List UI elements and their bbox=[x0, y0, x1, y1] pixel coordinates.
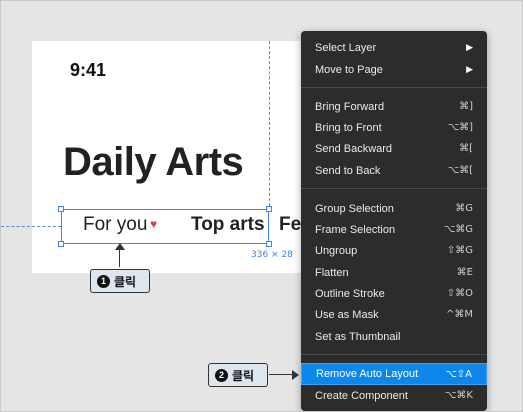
selection-box[interactable] bbox=[58, 206, 272, 247]
menu-item-move-to-page[interactable]: Move to Page ▶ bbox=[301, 59, 487, 80]
menu-item-create-component[interactable]: Create Component ⌥⌘K bbox=[301, 385, 487, 406]
selection-dimensions: 336 × 28 bbox=[251, 250, 293, 260]
menu-item-label: Group Selection bbox=[315, 202, 394, 215]
menu-item-use-as-mask[interactable]: Use as Mask ^⌘M bbox=[301, 304, 487, 325]
menu-divider bbox=[301, 354, 487, 355]
menu-item-frame-selection[interactable]: Frame Selection ⌥⌘G bbox=[301, 219, 487, 240]
resize-handle[interactable] bbox=[58, 241, 64, 247]
menu-shortcut: ⌘] bbox=[459, 101, 473, 112]
menu-shortcut: ⌘[ bbox=[459, 143, 473, 154]
tab-partial[interactable]: Fe bbox=[279, 214, 301, 236]
callout-step-1: 1 클릭 bbox=[90, 269, 150, 293]
resize-handle[interactable] bbox=[266, 241, 272, 247]
callout-label: 클릭 bbox=[232, 368, 255, 383]
menu-shortcut: ⌥⌘] bbox=[447, 122, 473, 133]
resize-handle[interactable] bbox=[58, 206, 64, 212]
menu-shortcut: ⇧⌘O bbox=[446, 288, 473, 299]
menu-item-label: Set as Thumbnail bbox=[315, 330, 401, 343]
menu-item-label: Outline Stroke bbox=[315, 287, 385, 300]
menu-divider bbox=[301, 188, 487, 189]
menu-item-bring-to-front[interactable]: Bring to Front ⌥⌘] bbox=[301, 117, 487, 138]
menu-item-select-layer[interactable]: Select Layer ▶ bbox=[301, 37, 487, 58]
step-number: 2 bbox=[215, 368, 228, 382]
submenu-arrow-icon: ▶ bbox=[466, 64, 473, 74]
menu-divider bbox=[301, 87, 487, 88]
menu-item-label: Remove Auto Layout bbox=[316, 368, 419, 380]
arrow-up-icon bbox=[115, 243, 125, 267]
horizontal-guide-line bbox=[1, 226, 61, 227]
screenshot-frame: 9:41 Daily Arts For you ♥ Top arts Fe 33… bbox=[0, 0, 523, 412]
menu-item-remove-auto-layout[interactable]: Remove Auto Layout ⌥⇧A bbox=[301, 363, 487, 385]
menu-shortcut: ⌘G bbox=[455, 203, 473, 214]
menu-shortcut: ⌥⌘K bbox=[444, 390, 473, 401]
submenu-arrow-icon: ▶ bbox=[466, 42, 473, 52]
menu-item-label: Create Component bbox=[315, 389, 408, 402]
page-title: Daily Arts bbox=[63, 140, 244, 184]
menu-item-label: Ungroup bbox=[315, 244, 358, 257]
context-menu: Select Layer ▶ Move to Page ▶ Bring Forw… bbox=[301, 31, 487, 411]
menu-shortcut: ⌥⌘[ bbox=[447, 165, 473, 176]
menu-item-label: Bring Forward bbox=[315, 100, 385, 113]
menu-shortcut: ⇧⌘G bbox=[446, 245, 473, 256]
menu-item-bring-forward[interactable]: Bring Forward ⌘] bbox=[301, 96, 487, 117]
step-number: 1 bbox=[97, 274, 110, 288]
menu-item-ungroup[interactable]: Ungroup ⇧⌘G bbox=[301, 240, 487, 261]
menu-item-group-selection[interactable]: Group Selection ⌘G bbox=[301, 198, 487, 219]
menu-shortcut: ⌥⌘G bbox=[443, 224, 473, 235]
vertical-guide-line bbox=[269, 41, 270, 211]
menu-item-outline-stroke[interactable]: Outline Stroke ⇧⌘O bbox=[301, 283, 487, 304]
menu-item-set-as-thumbnail[interactable]: Set as Thumbnail bbox=[301, 326, 487, 347]
menu-item-label: Send to Back bbox=[315, 164, 381, 177]
menu-item-label: Move to Page bbox=[315, 63, 383, 76]
menu-shortcut: ⌥⇧A bbox=[445, 368, 472, 380]
arrow-right-icon bbox=[269, 370, 299, 380]
menu-item-label: Frame Selection bbox=[315, 223, 396, 236]
menu-item-label: Send Backward bbox=[315, 142, 393, 155]
menu-item-send-to-back[interactable]: Send to Back ⌥⌘[ bbox=[301, 160, 487, 181]
menu-item-send-backward[interactable]: Send Backward ⌘[ bbox=[301, 138, 487, 159]
menu-item-label: Select Layer bbox=[315, 41, 377, 54]
resize-handle[interactable] bbox=[266, 206, 272, 212]
menu-shortcut: ^⌘M bbox=[445, 309, 473, 320]
menu-item-label: Flatten bbox=[315, 266, 349, 279]
menu-item-label: Bring to Front bbox=[315, 121, 382, 134]
callout-step-2: 2 클릭 bbox=[208, 363, 268, 387]
menu-item-flatten[interactable]: Flatten ⌘E bbox=[301, 262, 487, 283]
callout-label: 클릭 bbox=[114, 274, 137, 289]
menu-item-label: Use as Mask bbox=[315, 308, 379, 321]
status-time: 9:41 bbox=[70, 60, 107, 80]
menu-shortcut: ⌘E bbox=[456, 267, 473, 278]
